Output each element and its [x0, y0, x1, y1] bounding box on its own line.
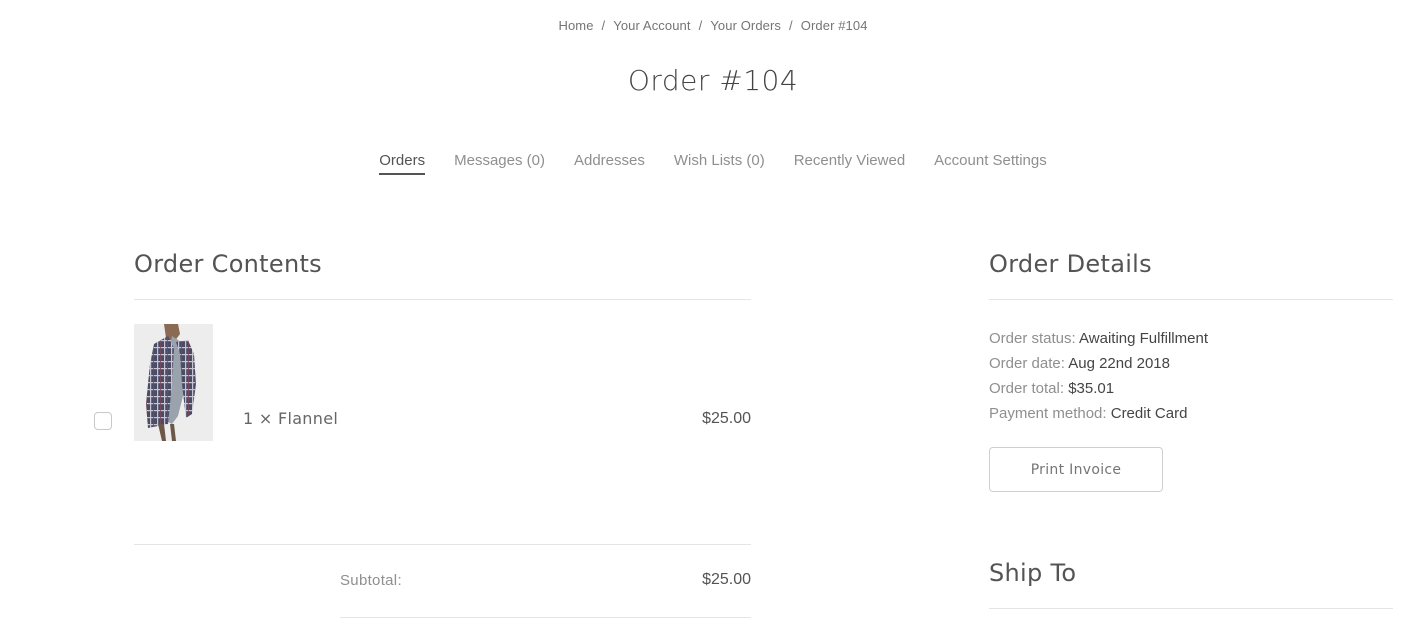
page-title: Order #104 — [627, 64, 799, 97]
order-details-list: Order status: Awaiting Fulfillment Order… — [989, 326, 1208, 426]
breadcrumb-separator: / — [698, 18, 703, 33]
payment-method-row: Payment method: Credit Card — [989, 401, 1208, 426]
divider — [989, 608, 1393, 609]
divider — [989, 299, 1393, 300]
breadcrumb-your-orders[interactable]: Your Orders — [710, 18, 781, 33]
order-date-row: Order date: Aug 22nd 2018 — [989, 351, 1208, 376]
nav-tab-recently-viewed[interactable]: Recently Viewed — [794, 152, 905, 175]
payment-method-value: Credit Card — [1110, 405, 1188, 422]
nav-tab-account-settings[interactable]: Account Settings — [934, 152, 1047, 175]
payment-method-label: Payment method: — [989, 405, 1107, 422]
nav-tab-addresses[interactable]: Addresses — [574, 152, 645, 175]
subtotal-value: $25.00 — [702, 571, 751, 588]
order-total-label: Order total: — [989, 380, 1065, 397]
order-status-label: Order status: — [989, 330, 1076, 347]
flannel-shirt-image — [134, 324, 213, 441]
breadcrumb-separator: / — [789, 18, 793, 33]
breadcrumb-your-account[interactable]: Your Account — [613, 18, 690, 33]
print-invoice-button[interactable]: Print Invoice — [989, 447, 1163, 492]
order-date-label: Order date: — [989, 355, 1065, 372]
divider — [340, 617, 751, 618]
order-date-value: Aug 22nd 2018 — [1068, 355, 1170, 372]
breadcrumb: Home / Your Account / Your Orders / Order #104 — [0, 18, 1426, 33]
item-checkbox[interactable] — [94, 412, 112, 430]
order-status-row: Order status: Awaiting Fulfillment — [989, 326, 1208, 351]
subtotal-label: Subtotal: — [340, 572, 402, 589]
order-total-row: Order total: $35.01 — [989, 376, 1208, 401]
breadcrumb-home[interactable]: Home — [558, 18, 593, 33]
order-total-value: $35.01 — [1068, 380, 1115, 397]
nav-tab-orders[interactable]: Orders — [379, 152, 426, 175]
order-contents-heading: Order Contents — [134, 250, 322, 278]
order-status-value: Awaiting Fulfillment — [1079, 330, 1208, 347]
breadcrumb-separator: / — [601, 18, 606, 33]
item-name: 1 × Flannel — [243, 409, 339, 428]
account-nav: Orders Messages (0) Addresses Wish Lists… — [0, 152, 1426, 175]
order-details-heading: Order Details — [989, 250, 1152, 278]
item-price: $25.00 — [702, 410, 751, 427]
nav-tab-wish-lists[interactable]: Wish Lists (0) — [674, 152, 765, 175]
divider — [134, 544, 751, 545]
breadcrumb-current-order: Order #104 — [800, 18, 868, 33]
nav-tab-messages[interactable]: Messages (0) — [454, 152, 545, 175]
divider — [134, 299, 751, 300]
ship-to-heading: Ship To — [989, 559, 1077, 587]
product-image[interactable] — [134, 324, 213, 441]
